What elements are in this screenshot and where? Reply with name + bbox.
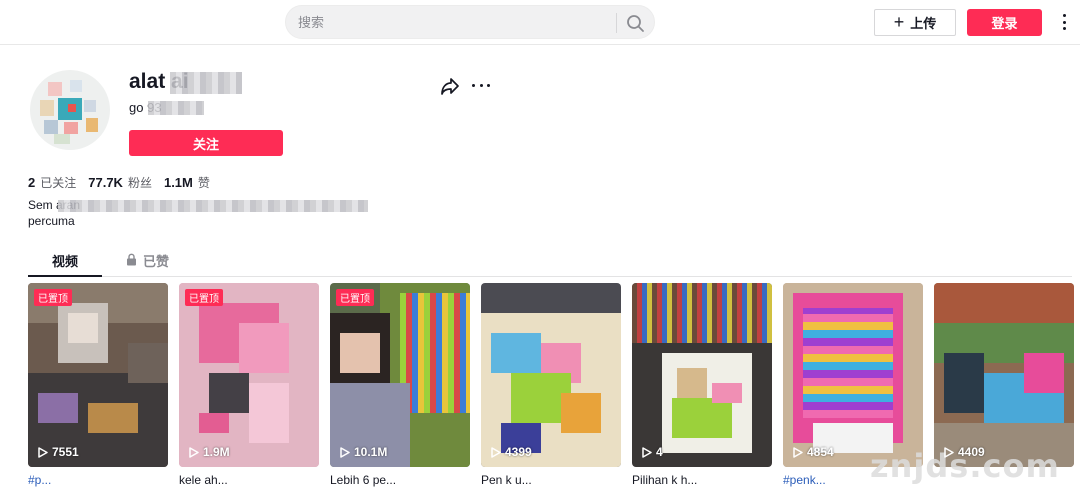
view-count-value: 10.1M (354, 445, 388, 459)
upload-label: 上传 (910, 16, 937, 31)
followers-count: 77.7K (88, 175, 123, 190)
avatar (30, 70, 110, 150)
pinned-badge: 已置顶 (34, 289, 72, 306)
likes-label: 赞 (197, 176, 210, 190)
view-count-value: 4399 (505, 445, 532, 459)
video-card[interactable]: 已置顶 10.1M Lebih 6 pe... (330, 283, 470, 489)
view-count-value: 7551 (52, 445, 79, 459)
nickname-redaction (148, 101, 204, 115)
pinned-badge: 已置顶 (336, 289, 374, 306)
view-count: 4854 (793, 445, 834, 459)
follow-button[interactable]: 关注 (129, 130, 283, 156)
play-icon (189, 446, 199, 458)
video-thumbnail[interactable]: 已置顶 10.1M (330, 283, 470, 467)
search-input[interactable] (298, 6, 613, 38)
followers-stat[interactable]: 77.7K 粉丝 (88, 174, 152, 191)
share-icon (441, 78, 459, 95)
tab-liked-label: 已赞 (143, 254, 170, 269)
view-count-value: 1.9M (203, 445, 230, 459)
tab-liked[interactable]: 已赞 (126, 251, 169, 277)
play-icon (38, 446, 48, 458)
login-button[interactable]: 登录 (967, 9, 1042, 36)
bio-line: percuma (28, 214, 75, 228)
view-count-value: 4854 (807, 445, 834, 459)
video-card[interactable]: 已置顶 1.9M kele ah... (179, 283, 319, 489)
profile-stats: 2 已关注 77.7K 粉丝 1.1M 赞 (28, 174, 210, 191)
video-caption[interactable]: Pilihan k h... (632, 473, 772, 489)
likes-count: 1.1M (163, 175, 193, 190)
followers-label: 粉丝 (127, 176, 152, 190)
username-redaction (170, 72, 242, 94)
video-thumbnail[interactable]: 已置顶 1.9M (179, 283, 319, 467)
play-icon (491, 446, 501, 458)
more-options-icon[interactable] (1059, 12, 1069, 32)
search-button[interactable] (624, 12, 646, 34)
play-icon (642, 446, 652, 458)
view-count: 1.9M (189, 445, 230, 459)
view-count: 10.1M (340, 445, 387, 459)
video-caption[interactable]: #p... (28, 473, 168, 489)
tab-videos[interactable]: 视频 (28, 251, 102, 277)
video-thumbnail[interactable]: 4854 (783, 283, 923, 467)
search-box (285, 5, 655, 39)
video-thumbnail[interactable]: 4 (632, 283, 772, 467)
lock-icon (127, 253, 136, 266)
search-divider (616, 13, 617, 33)
following-stat[interactable]: 2 已关注 (28, 174, 76, 191)
following-count: 2 (28, 175, 36, 190)
search-icon (627, 15, 644, 32)
video-card[interactable]: 4399 Pen k u... (481, 283, 621, 489)
likes-stat: 1.1M 赞 (164, 174, 210, 191)
play-icon (944, 446, 954, 458)
view-count: 4399 (491, 445, 532, 459)
bio-redaction (58, 200, 368, 212)
share-button[interactable] (440, 76, 460, 96)
video-card[interactable]: 4 Pilihan k h... (632, 283, 772, 489)
video-caption[interactable]: kele ah... (179, 473, 319, 489)
video-thumbnail[interactable]: 已置顶 7551 (28, 283, 168, 467)
upload-button[interactable]: + 上传 (874, 9, 956, 36)
follow-label: 关注 (192, 136, 219, 152)
plus-icon: + (893, 11, 905, 32)
view-count: 4409 (944, 445, 985, 459)
video-card[interactable]: 已置顶 7551 #p... (28, 283, 168, 489)
view-count: 7551 (38, 445, 79, 459)
view-count-value: 4409 (958, 445, 985, 459)
top-navigation-bar: + 上传 登录 (0, 0, 1080, 45)
more-actions-icon[interactable] (472, 79, 490, 91)
login-label: 登录 (991, 16, 1018, 31)
following-label: 已关注 (40, 176, 77, 190)
video-caption[interactable]: Lebih 6 pe... (330, 473, 470, 489)
play-icon (340, 446, 350, 458)
play-icon (793, 446, 803, 458)
view-count: 4 (642, 445, 663, 459)
video-caption[interactable]: Pen k u... (481, 473, 621, 489)
video-thumbnail[interactable]: 4409 (934, 283, 1074, 467)
video-thumbnail[interactable]: 4399 (481, 283, 621, 467)
pinned-badge: 已置顶 (185, 289, 223, 306)
profile-tabs: 视频 已赞 (28, 245, 1072, 277)
view-count-value: 4 (656, 445, 663, 459)
